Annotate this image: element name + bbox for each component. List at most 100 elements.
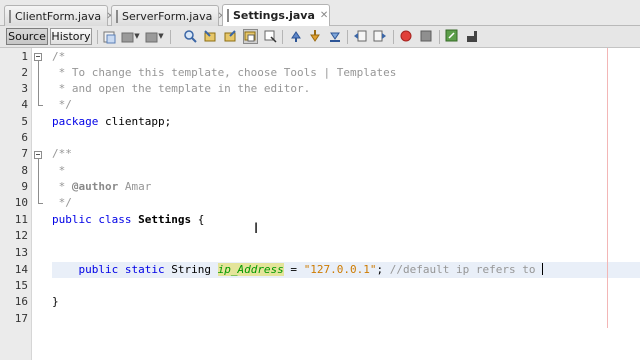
comment-text: */	[52, 196, 72, 209]
line-number: 17	[14, 312, 28, 325]
tab-label: ServerForm.java	[122, 9, 213, 23]
comment-text: /*	[52, 50, 66, 63]
toolbar-separator	[97, 30, 98, 44]
fold-line	[38, 159, 39, 203]
tab-serverform-java[interactable]: ServerForm.java ✕	[111, 5, 226, 26]
find-next-icon[interactable]	[223, 29, 238, 44]
code-line-5[interactable]: package clientapp;	[52, 114, 640, 130]
fold-toggle-icon[interactable]	[34, 53, 42, 61]
line-number: 14	[14, 263, 28, 276]
editor-tab-strip: ClientForm.java ✕ ServerForm.java ✕ Sett…	[0, 0, 640, 26]
code-line-14[interactable]: public static String ip_Address = "127.0…	[52, 262, 640, 278]
line-number-gutter: 1 2 3 4 5 6 7 8 9 10 11 12 13 14 15 16 1…	[0, 48, 32, 360]
comment-text: /**	[52, 147, 72, 160]
javadoc-tag: @author	[71, 180, 119, 193]
fold-end-marker	[38, 105, 43, 106]
code-line-4[interactable]: */	[52, 97, 640, 113]
line-number: 2	[21, 66, 28, 79]
field-name: ip_Address	[217, 263, 284, 276]
toolbar-separator	[347, 30, 348, 44]
code-line-9[interactable]: * @author Amar	[52, 179, 640, 195]
history-view-button[interactable]: History	[50, 28, 92, 45]
line-number: 13	[14, 246, 28, 259]
comment-text: */	[52, 98, 72, 111]
brace: {	[191, 213, 205, 226]
line-number: 6	[21, 131, 28, 144]
code-line-10[interactable]: */	[52, 195, 640, 211]
fold-end-marker	[38, 203, 43, 204]
code-editor[interactable]: /* * To change this template, choose Too…	[52, 48, 640, 360]
shift-right-icon[interactable]	[373, 29, 388, 44]
next-bookmark-icon[interactable]	[328, 29, 343, 44]
chevron-down-icon[interactable]: ▼	[157, 29, 165, 44]
toolbar-separator	[393, 30, 394, 44]
package-name: clientapp;	[98, 115, 172, 128]
type-name: String	[164, 263, 218, 276]
toolbar-separator	[439, 30, 440, 44]
fold-toggle-icon[interactable]	[34, 151, 42, 159]
line-number: 4	[21, 98, 28, 111]
find-previous-icon[interactable]	[203, 29, 218, 44]
line-number: 15	[14, 279, 28, 292]
tab-clientform-java[interactable]: ClientForm.java ✕	[4, 5, 115, 26]
stop-macro-icon[interactable]	[419, 29, 434, 44]
java-file-icon	[9, 9, 11, 23]
toggle-highlight-icon[interactable]	[243, 29, 258, 44]
ibeam-cursor-icon: I	[254, 221, 259, 237]
code-line-11[interactable]: public class Settings {	[52, 212, 640, 228]
tab-label: Settings.java	[233, 9, 315, 22]
code-line-8[interactable]: *	[52, 163, 640, 179]
find-icon[interactable]	[183, 29, 198, 44]
keyword: public class	[52, 213, 132, 226]
code-line-7[interactable]: /**	[52, 146, 640, 162]
line-number: 8	[21, 164, 28, 177]
previous-bookmark-icon[interactable]	[308, 29, 323, 44]
close-icon[interactable]: ✕	[320, 10, 328, 21]
code-line-16[interactable]: }	[52, 294, 640, 310]
start-macro-icon[interactable]	[399, 29, 414, 44]
code-fold-area	[32, 48, 46, 360]
java-file-icon	[116, 9, 118, 23]
code-line-2[interactable]: * To change this template, choose Tools …	[52, 65, 640, 81]
comment-text: * To change this template, choose Tools …	[52, 66, 397, 79]
chevron-down-icon[interactable]: ▼	[133, 29, 141, 44]
shift-left-icon[interactable]	[353, 29, 368, 44]
class-name: Settings	[138, 213, 192, 226]
keyword: public static	[78, 263, 165, 276]
line-number: 5	[21, 115, 28, 128]
line-number: 11	[14, 213, 28, 226]
fold-line	[38, 61, 39, 105]
keyword: package	[52, 115, 99, 128]
line-number: 12	[14, 229, 28, 242]
comment-text: //default ip refers to	[389, 263, 543, 276]
comment-text: Amar	[118, 180, 152, 193]
comment-text: *	[52, 164, 66, 177]
editor-toolbar: Source History ▼ ▼	[0, 26, 640, 48]
line-number: 10	[14, 196, 28, 209]
text-caret	[542, 263, 544, 275]
right-margin-guide	[607, 48, 608, 328]
brace: }	[52, 295, 59, 308]
last-edit-icon[interactable]	[102, 29, 117, 44]
toggle-bookmark-icon[interactable]	[289, 29, 304, 44]
comment-text: *	[52, 180, 72, 193]
line-number: 7	[21, 147, 28, 160]
tab-settings-java[interactable]: Settings.java ✕	[222, 4, 330, 26]
code-line-3[interactable]: * and open the template in the editor.	[52, 81, 640, 97]
find-selection-icon[interactable]	[263, 29, 278, 44]
java-file-icon	[227, 9, 229, 22]
uncomment-icon[interactable]	[465, 29, 480, 44]
code-line-1[interactable]: /*	[52, 49, 640, 65]
line-number: 1	[21, 50, 28, 63]
toolbar-separator	[282, 30, 283, 44]
comment-icon[interactable]	[445, 29, 460, 44]
source-view-button[interactable]: Source	[6, 28, 48, 45]
semicolon: ;	[376, 263, 390, 276]
line-number: 3	[21, 82, 28, 95]
string-literal: "127.0.0.1"	[303, 263, 377, 276]
tab-label: ClientForm.java	[15, 9, 102, 23]
assign-operator: =	[283, 263, 304, 276]
toolbar-separator	[170, 30, 171, 44]
line-number: 16	[14, 295, 28, 308]
